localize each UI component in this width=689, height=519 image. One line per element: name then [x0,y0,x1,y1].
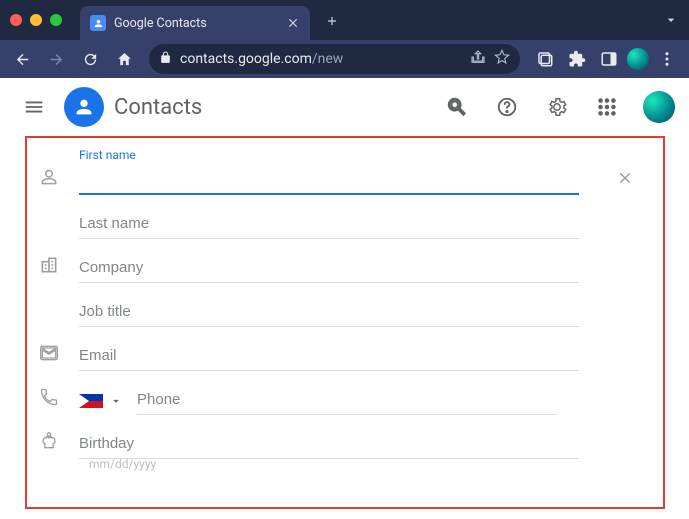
browser-tab[interactable]: Google Contacts [80,6,310,40]
close-form-button[interactable] [613,166,637,190]
reload-button[interactable] [76,45,104,73]
app-title: Contacts [114,95,202,120]
help-icon [496,96,518,118]
birthday-field-icon [37,431,61,459]
tabs-dropdown-icon[interactable] [663,12,679,28]
job-title-input[interactable] [79,295,579,327]
tab-title: Google Contacts [114,16,278,31]
help-button[interactable] [487,87,527,127]
phone-field-icon [37,387,61,415]
window-minimize-button[interactable] [30,14,42,26]
close-icon [616,169,634,187]
person-field-icon [37,167,61,195]
browser-menu-icon[interactable] [653,45,681,73]
contacts-logo [64,87,104,127]
tab-favicon [90,15,106,31]
address-bar[interactable]: contacts.google.com/new [149,44,520,74]
company-input[interactable] [79,251,579,283]
browser-toolbar: contacts.google.com/new [0,40,689,78]
home-button[interactable] [110,45,138,73]
apps-grid-icon [596,96,618,118]
email-field-icon [37,343,61,371]
app-header: Contacts [0,78,689,136]
extensions-icon[interactable] [563,45,591,73]
side-panel-icon[interactable] [595,45,623,73]
birthday-format-hint: mm/dd/yyyy [89,457,643,471]
company-field-icon [37,255,61,283]
search-icon [446,96,468,118]
gear-icon [546,96,568,118]
forward-button[interactable] [42,45,70,73]
phone-input[interactable] [137,383,557,415]
url-text: contacts.google.com/new [180,51,462,67]
window-maximize-button[interactable] [50,14,62,26]
first-name-input[interactable] [79,162,579,195]
email-input[interactable] [79,339,579,371]
window-controls [10,14,62,26]
tab-close-icon[interactable] [286,16,300,30]
new-tab-button[interactable] [318,7,346,35]
account-avatar[interactable] [643,91,675,123]
phone-country-selector[interactable] [79,394,123,415]
browser-tab-strip: Google Contacts [0,0,689,40]
window-close-button[interactable] [10,14,22,26]
main-menu-button[interactable] [14,87,54,127]
lock-icon [159,51,172,68]
birthday-input[interactable] [79,427,579,459]
settings-button[interactable] [537,87,577,127]
tab-overview-icon[interactable] [531,45,559,73]
flag-ph-icon [79,394,103,408]
profile-extension-avatar[interactable] [627,48,649,70]
last-name-input[interactable] [79,207,579,239]
url-path: /new [312,51,343,67]
share-icon[interactable] [470,49,486,69]
back-button[interactable] [8,45,36,73]
new-contact-form: First name [25,136,665,509]
chevron-down-icon [109,394,123,408]
url-host: contacts.google.com [180,51,312,67]
apps-button[interactable] [587,87,627,127]
bookmark-star-icon[interactable] [494,49,510,69]
first-name-label: First name [79,148,579,162]
hamburger-icon [23,96,45,118]
person-icon [73,96,95,118]
search-button[interactable] [437,87,477,127]
